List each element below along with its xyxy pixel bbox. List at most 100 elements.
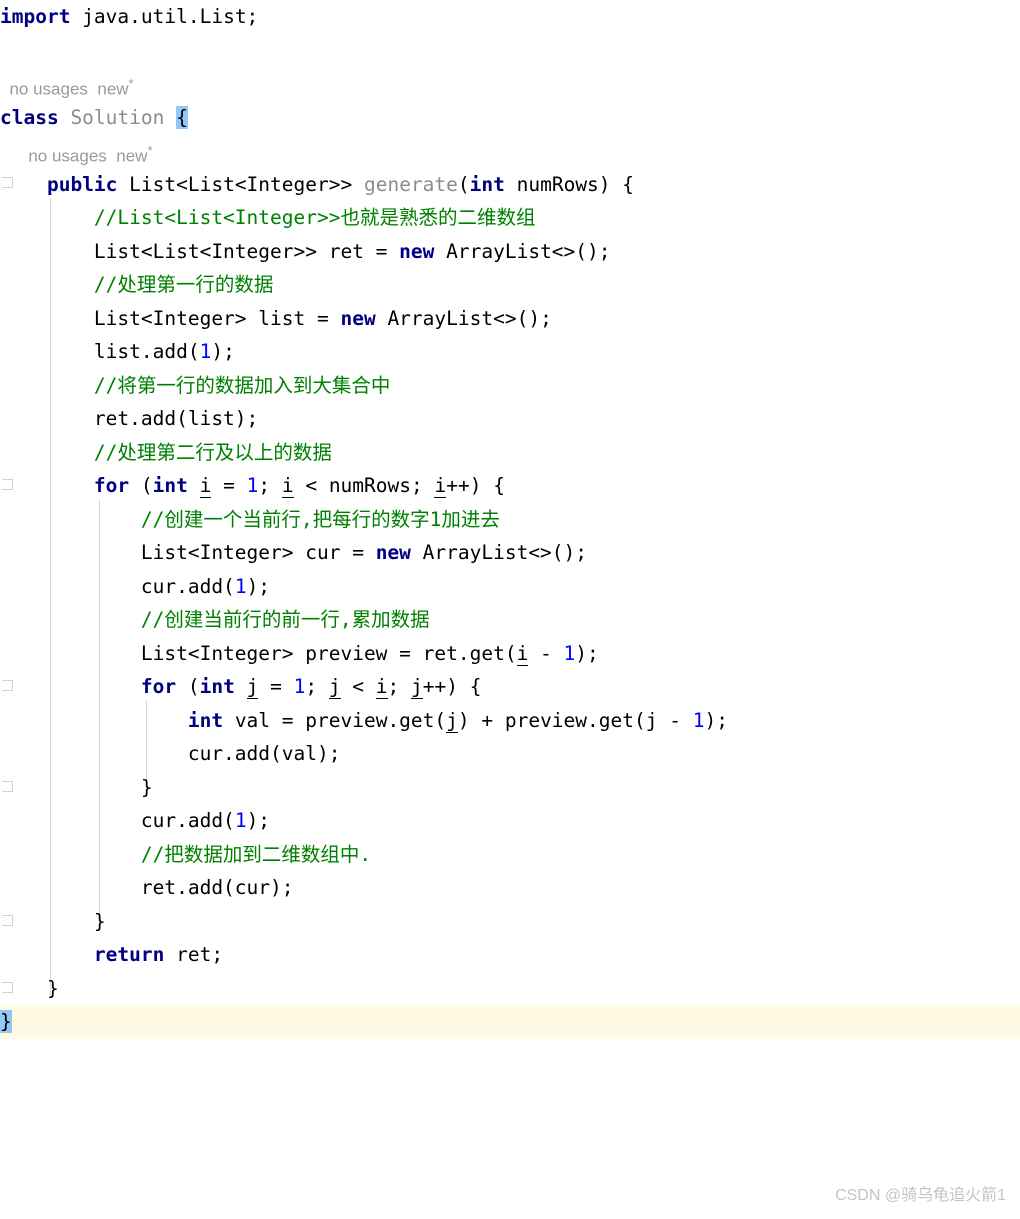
inlay-hint-usages: no usages	[9, 79, 88, 99]
code-line[interactable]: ret.add(list);	[0, 402, 1020, 436]
token-keyword: return	[93, 943, 165, 966]
token-text: List<List<Integer>> ret =	[0, 239, 400, 263]
code-lines-container[interactable]: import java.util.List; no usages new* cl…	[0, 0, 1020, 1039]
token-comment: //把数据加到二维数组中.	[140, 842, 372, 866]
code-line[interactable]: cur.add(1);	[0, 804, 1020, 838]
token-keyword: int	[199, 675, 235, 698]
token-text: );	[246, 809, 271, 832]
token-text: cur.add(	[0, 574, 235, 598]
code-line[interactable]: for (int i = 1; i < numRows; i++) {	[0, 469, 1020, 503]
code-line[interactable]: //List<List<Integer>>也就是熟悉的二维数组	[0, 201, 1020, 235]
code-line[interactable]	[0, 34, 1020, 68]
code-line[interactable]: List<List<Integer>> ret = new ArrayList<…	[0, 235, 1020, 269]
token-keyword: new	[399, 239, 435, 263]
token-keyword: int	[187, 708, 224, 732]
token-text: =	[258, 675, 294, 698]
token-variable: i	[434, 474, 447, 498]
code-line[interactable]: //将第一行的数据加入到大集合中	[0, 369, 1020, 403]
code-line[interactable]: ret.add(cur);	[0, 871, 1020, 905]
token-text: List<List<Integer>>	[117, 172, 364, 196]
code-line[interactable]: int val = preview.get(j) + preview.get(j…	[0, 704, 1020, 738]
token-text: cur.add(val);	[0, 742, 341, 765]
token-variable: j	[446, 708, 458, 733]
token-variable: i	[375, 675, 388, 699]
token-keyword: class	[0, 105, 59, 129]
inlay-hint-method[interactable]: no usages new*	[0, 134, 1020, 168]
watermark: CSDN @骑乌龟追火箭1	[835, 1187, 1006, 1204]
code-line[interactable]: //处理第一行的数据	[0, 268, 1020, 302]
code-line[interactable]: list.add(1);	[0, 335, 1020, 369]
token-text: }	[0, 775, 153, 799]
code-line[interactable]: }	[0, 905, 1020, 939]
token-text: (	[176, 675, 200, 698]
token-text: ArrayList<>();	[434, 239, 611, 263]
code-line[interactable]: //把数据加到二维数组中.	[0, 838, 1020, 872]
inlay-hint-new: new	[116, 146, 148, 166]
token-variable: i	[281, 474, 294, 498]
code-line[interactable]: List<Integer> preview = ret.get(i - 1);	[0, 637, 1020, 671]
token-comment: //将第一行的数据加入到大集合中	[93, 373, 391, 397]
code-line[interactable]: List<Integer> list = new ArrayList<>();	[0, 302, 1020, 336]
code-line[interactable]: //创建当前行的前一行,累加数据	[0, 603, 1020, 637]
inlay-hint-class[interactable]: no usages new*	[0, 67, 1020, 101]
token-variable: i	[199, 474, 212, 498]
token-comment: //处理第一行的数据	[93, 273, 274, 296]
token-method-name: generate	[363, 172, 458, 196]
token-keyword: int	[152, 474, 188, 497]
token-text: ret;	[164, 943, 224, 966]
token-text: ;	[387, 675, 412, 698]
token-text: ) + preview.get(j -	[457, 708, 693, 732]
code-line[interactable]: }	[0, 771, 1020, 805]
token-text: -	[528, 641, 564, 665]
inlay-hint-star: *	[128, 76, 134, 91]
token-text: ArrayList<>();	[375, 306, 552, 330]
code-line-caret[interactable]: }	[0, 1005, 1020, 1039]
token-keyword: new	[375, 541, 411, 564]
token-text: List<Integer> preview = ret.get(	[0, 641, 517, 665]
token-variable: i	[516, 641, 529, 666]
code-line[interactable]: for (int j = 1; j < i; j++) {	[0, 670, 1020, 704]
token-number: 1	[692, 708, 705, 732]
code-line[interactable]: cur.add(val);	[0, 737, 1020, 771]
token-number: 1	[563, 641, 576, 665]
token-text: }	[0, 909, 106, 933]
token-text: list.add(	[0, 340, 200, 363]
token-number: 1	[293, 675, 306, 698]
token-text: ret.add(list);	[0, 407, 259, 430]
token-text: cur.add(	[0, 809, 235, 832]
code-line[interactable]: public List<List<Integer>> generate(int …	[0, 168, 1020, 202]
token-text: numRows) {	[504, 172, 635, 196]
token-number: 1	[234, 574, 247, 598]
token-text: );	[575, 641, 599, 665]
token-comment: //List<List<Integer>>也就是熟悉的二维数组	[93, 206, 536, 229]
code-line[interactable]: //处理第二行及以上的数据	[0, 436, 1020, 470]
code-line[interactable]: //创建一个当前行,把每行的数字1加进去	[0, 503, 1020, 537]
code-line[interactable]: import java.util.List;	[0, 0, 1020, 34]
token-comment: //创建一个当前行,把每行的数字1加进去	[140, 507, 500, 531]
code-editor[interactable]: import java.util.List; no usages new* cl…	[0, 0, 1020, 1219]
token-keyword: public	[46, 172, 118, 196]
token-text: java.util.List;	[70, 5, 259, 28]
code-line[interactable]: class Solution {	[0, 101, 1020, 135]
token-text: (	[457, 172, 470, 196]
token-text: ret.add(cur);	[0, 876, 294, 899]
token-number: 1	[246, 474, 259, 497]
code-line[interactable]: return ret;	[0, 938, 1020, 972]
token-comment: //创建当前行的前一行,累加数据	[140, 608, 430, 631]
code-line[interactable]: }	[0, 972, 1020, 1006]
code-line[interactable]: List<Integer> cur = new ArrayList<>();	[0, 536, 1020, 570]
token-text: ;	[305, 675, 329, 698]
token-text: <	[340, 675, 376, 698]
inlay-hint-star: *	[147, 143, 153, 158]
token-text: ++) {	[422, 675, 482, 698]
code-line[interactable]: cur.add(1);	[0, 570, 1020, 604]
token-text: }	[0, 976, 59, 1000]
